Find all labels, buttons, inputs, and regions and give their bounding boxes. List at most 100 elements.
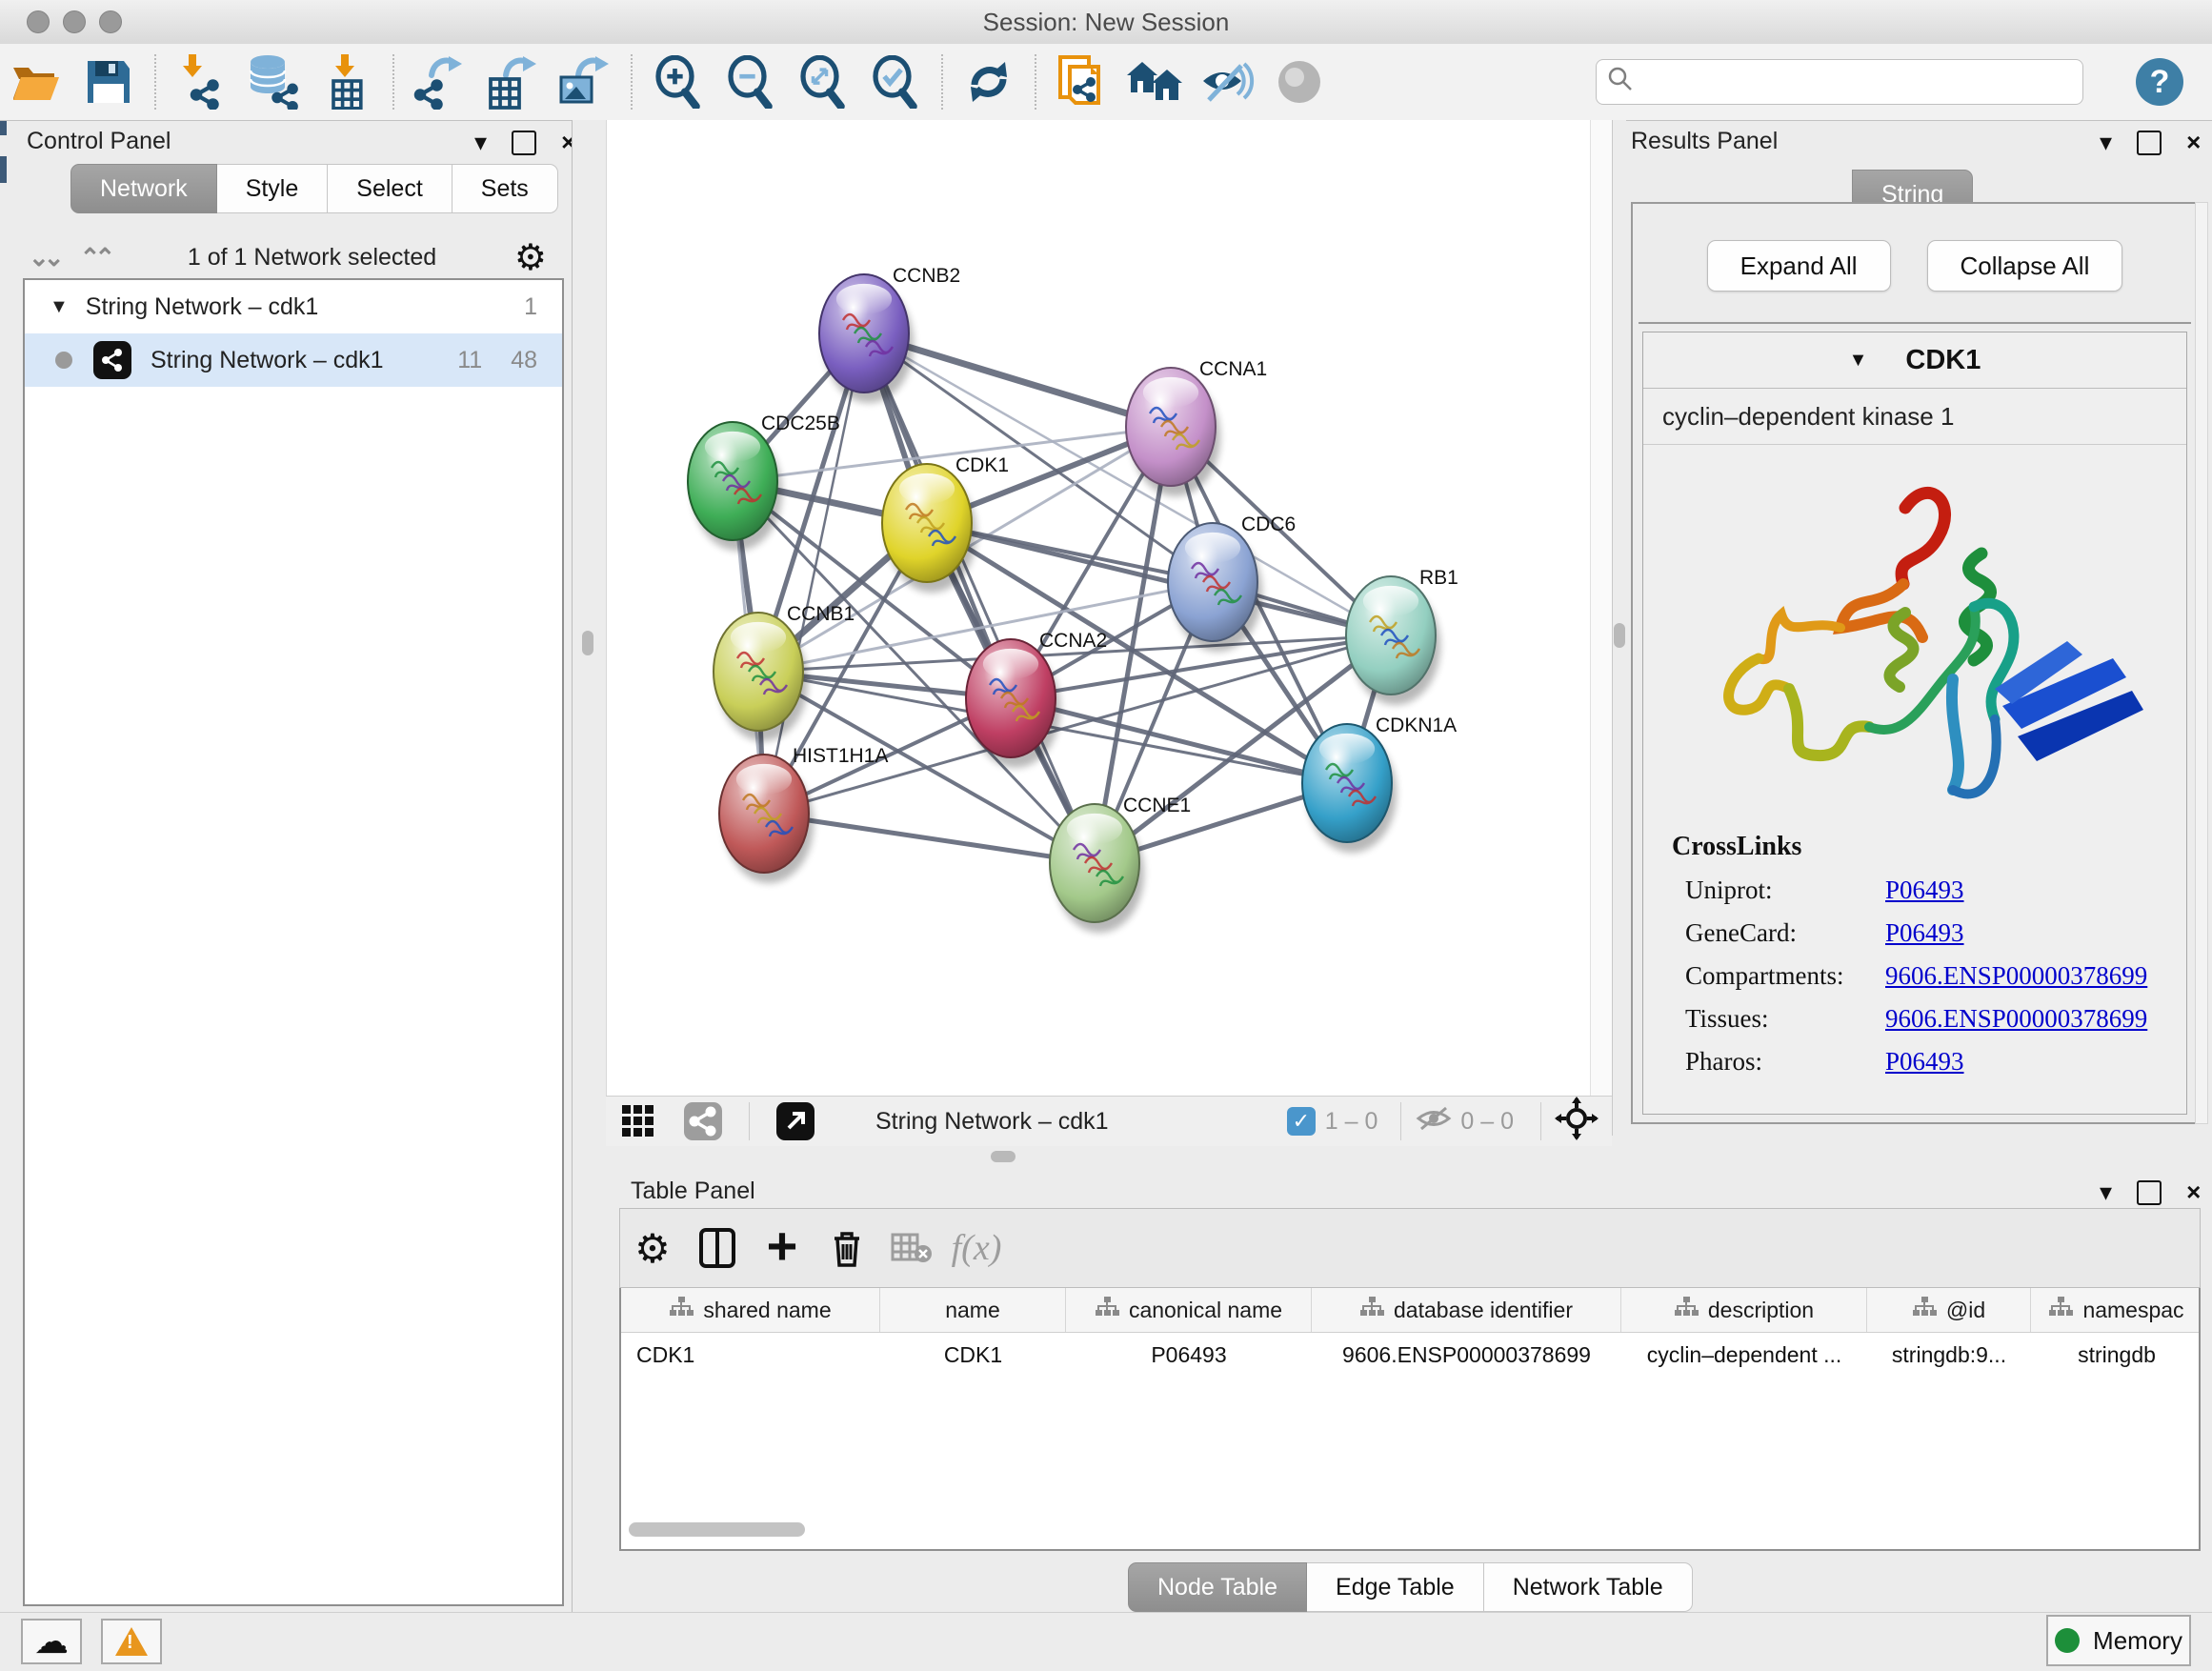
pan-crosshair-icon[interactable] xyxy=(1555,1097,1599,1147)
network-node-CDK1[interactable] xyxy=(882,464,976,593)
network-row[interactable]: String Network – cdk1 11 48 xyxy=(25,333,562,387)
network-node-CCNB1[interactable] xyxy=(714,613,808,741)
column-header-name[interactable]: name xyxy=(880,1288,1066,1332)
open-folder-icon[interactable] xyxy=(7,52,66,111)
network-status-dot xyxy=(55,352,72,369)
left-splitter-handle[interactable] xyxy=(582,631,593,655)
network-edge[interactable] xyxy=(927,523,1391,635)
node-table: shared namenamecanonical namedatabase id… xyxy=(619,1288,2201,1551)
canvas-scrollbar[interactable] xyxy=(1590,120,1612,1096)
protein-header-row[interactable]: ▼ CDK1 xyxy=(1643,332,2186,389)
column-header-shared-name[interactable]: shared name xyxy=(621,1288,880,1332)
network-node-CDC6[interactable] xyxy=(1168,523,1262,652)
import-table-icon[interactable] xyxy=(317,52,376,111)
tab-sets[interactable]: Sets xyxy=(452,164,558,213)
crosslink-link[interactable]: P06493 xyxy=(1885,876,1964,905)
panel-menu-icon[interactable]: ▾ xyxy=(2100,128,2112,157)
selected-checkbox-icon[interactable]: ✓ xyxy=(1287,1107,1316,1136)
homes-icon[interactable] xyxy=(1125,52,1184,111)
delete-column-icon[interactable] xyxy=(819,1220,875,1276)
horizontal-splitter-handle[interactable] xyxy=(991,1151,1016,1162)
birds-eye-view-icon[interactable] xyxy=(611,1094,666,1149)
tab-network-table[interactable]: Network Table xyxy=(1484,1562,1693,1612)
open-in-window-icon[interactable] xyxy=(768,1094,823,1149)
zoom-in-icon[interactable] xyxy=(649,52,708,111)
cloud-button[interactable]: ☁ xyxy=(21,1619,82,1664)
show-columns-icon[interactable] xyxy=(690,1220,745,1276)
application-window: Session: New Session ? Control Panel ▾ ×… xyxy=(0,0,2212,1671)
network-collection-row[interactable]: ▼ String Network – cdk1 1 xyxy=(25,280,562,333)
collapse-all-icon[interactable]: ⌄⌄ xyxy=(29,243,59,272)
table-horizontal-scrollbar[interactable] xyxy=(629,1522,805,1537)
crosslink-link[interactable]: 9606.ENSP00000378699 xyxy=(1885,1004,2147,1034)
crosslink-link[interactable]: P06493 xyxy=(1885,918,1964,948)
warnings-button[interactable] xyxy=(101,1619,162,1664)
network-node-CCNB2[interactable] xyxy=(819,274,914,403)
export-table-icon[interactable] xyxy=(483,52,542,111)
zoom-fit-icon[interactable] xyxy=(794,52,853,111)
zoom-selected-icon[interactable] xyxy=(866,52,925,111)
table-row[interactable]: CDK1CDK1P064939606.ENSP00000378699cyclin… xyxy=(621,1333,2199,1377)
table-gear-icon[interactable]: ⚙ xyxy=(625,1220,680,1276)
export-image-icon[interactable] xyxy=(555,52,614,111)
column-header-canonical-name[interactable]: canonical name xyxy=(1066,1288,1312,1332)
tab-select[interactable]: Select xyxy=(328,164,452,213)
refresh-icon[interactable] xyxy=(959,52,1018,111)
column-header-database-identifier[interactable]: database identifier xyxy=(1312,1288,1621,1332)
column-header-@id[interactable]: @id xyxy=(1867,1288,2031,1332)
tree-expand-icon[interactable]: ▼ xyxy=(50,296,69,318)
network-edge[interactable] xyxy=(864,333,1095,863)
panel-close-icon[interactable]: × xyxy=(2186,1178,2201,1207)
crosslink-link[interactable]: P06493 xyxy=(1885,1047,1964,1077)
panel-menu-icon[interactable]: ▾ xyxy=(2100,1178,2112,1207)
network-node-HIST1H1A[interactable] xyxy=(719,755,814,883)
tab-network[interactable]: Network xyxy=(70,164,217,213)
panel-close-icon[interactable]: × xyxy=(2186,128,2201,157)
panel-float-icon[interactable] xyxy=(2137,131,2162,155)
tab-node-table[interactable]: Node Table xyxy=(1128,1562,1307,1612)
network-node-CDKN1A[interactable] xyxy=(1302,724,1397,853)
tab-style[interactable]: Style xyxy=(217,164,329,213)
help-button[interactable]: ? xyxy=(2136,58,2183,106)
search-box[interactable] xyxy=(1596,59,2083,105)
network-mapped-icon xyxy=(669,1297,694,1323)
tab-edge-table[interactable]: Edge Table xyxy=(1307,1562,1484,1612)
collapse-all-button[interactable]: Collapse All xyxy=(1927,240,2123,292)
preview-eye-icon[interactable] xyxy=(1270,52,1329,111)
import-network-icon[interactable] xyxy=(172,52,231,111)
horizontal-splitter[interactable] xyxy=(606,1145,1612,1170)
crosslink-link[interactable]: 9606.ENSP00000378699 xyxy=(1885,961,2147,991)
clone-network-icon[interactable] xyxy=(1053,52,1112,111)
column-header-description[interactable]: description xyxy=(1621,1288,1867,1332)
left-splitter[interactable] xyxy=(572,120,607,1612)
network-edge[interactable] xyxy=(764,635,1391,814)
results-scrollbar[interactable] xyxy=(2195,202,2208,1124)
expand-all-icon[interactable]: ⌃⌃ xyxy=(80,243,111,272)
right-splitter-handle[interactable] xyxy=(1614,623,1625,648)
column-header-namespac[interactable]: namespac xyxy=(2031,1288,2201,1332)
gear-icon[interactable]: ⚙ xyxy=(514,236,547,279)
panel-menu-icon[interactable]: ▾ xyxy=(474,128,487,157)
panel-float-icon[interactable] xyxy=(2137,1180,2162,1205)
network-node-RB1[interactable] xyxy=(1346,576,1440,705)
network-mapped-icon xyxy=(1912,1297,1937,1323)
save-icon[interactable] xyxy=(79,52,138,111)
table-panel-controls: ▾ × xyxy=(2100,1178,2201,1207)
memory-button[interactable]: Memory xyxy=(2046,1615,2191,1666)
hide-show-icon[interactable] xyxy=(1197,52,1257,111)
import-database-icon[interactable] xyxy=(245,52,304,111)
network-canvas[interactable]: CCNB2CCNA1CDC25BCDK1CDC6RB1CCNB1CCNA2CDK… xyxy=(606,120,1612,1096)
zoom-out-icon[interactable] xyxy=(721,52,780,111)
collapse-triangle-icon[interactable]: ▼ xyxy=(1849,350,1868,372)
network-edge[interactable] xyxy=(764,814,1095,863)
search-input[interactable] xyxy=(1635,68,2073,96)
right-splitter[interactable] xyxy=(1612,120,1626,1136)
panel-float-icon[interactable] xyxy=(512,131,536,155)
export-network-icon[interactable] xyxy=(411,52,470,111)
network-graph[interactable]: CCNB2CCNA1CDC25BCDK1CDC6RB1CCNB1CCNA2CDK… xyxy=(607,120,1613,1096)
network-node-CCNA2[interactable] xyxy=(966,639,1060,768)
add-column-icon[interactable]: + xyxy=(754,1218,810,1278)
network-node-CCNE1[interactable] xyxy=(1050,804,1144,933)
string-badge-gray-icon[interactable] xyxy=(675,1094,731,1149)
expand-all-button[interactable]: Expand All xyxy=(1707,240,1891,292)
